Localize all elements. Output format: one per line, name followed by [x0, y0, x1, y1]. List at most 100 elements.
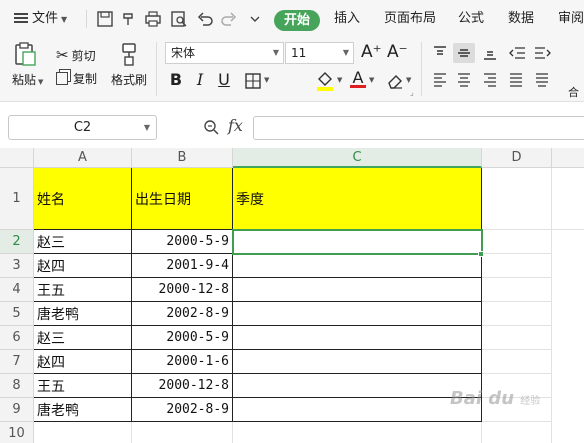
- row-header-10[interactable]: 10: [0, 422, 34, 443]
- italic-button[interactable]: I: [190, 70, 210, 90]
- cell-d7[interactable]: [482, 350, 552, 374]
- select-all-corner[interactable]: [0, 148, 34, 168]
- row-header-6[interactable]: 6: [0, 326, 34, 350]
- cell-b8[interactable]: 2000-12-8: [132, 374, 233, 398]
- cell-a10[interactable]: [34, 422, 132, 443]
- undo-icon[interactable]: [196, 10, 214, 28]
- align-bottom-icon[interactable]: [482, 45, 498, 61]
- cell-b7[interactable]: 2000-1-6: [132, 350, 233, 374]
- print-preview-icon[interactable]: [170, 10, 188, 28]
- column-header-e[interactable]: [552, 148, 584, 168]
- tab-formulas[interactable]: 公式: [458, 0, 484, 38]
- cell-d3[interactable]: [482, 254, 552, 278]
- align-left-icon[interactable]: [432, 72, 448, 88]
- chevron-down-icon[interactable]: ▼: [264, 76, 269, 84]
- file-menu[interactable]: 文件 ▼: [14, 0, 67, 38]
- fill-color-icon[interactable]: [315, 70, 335, 92]
- copy-button[interactable]: 复制: [56, 70, 97, 87]
- cell-b1[interactable]: 出生日期: [132, 168, 233, 230]
- increase-indent-icon[interactable]: [534, 45, 552, 61]
- tab-page-layout[interactable]: 页面布局: [384, 0, 436, 38]
- cell-d2[interactable]: [482, 230, 552, 254]
- font-color-button[interactable]: A: [350, 68, 366, 92]
- cell-b9[interactable]: 2002-8-9: [132, 398, 233, 422]
- cell-c9[interactable]: [233, 398, 482, 422]
- cell-c10[interactable]: [233, 422, 482, 443]
- cell-b2[interactable]: 2000-5-9: [132, 230, 233, 254]
- bold-button[interactable]: B: [166, 70, 186, 90]
- align-center-icon[interactable]: [456, 72, 472, 88]
- cell-a2[interactable]: 赵三: [34, 230, 132, 254]
- align-right-icon[interactable]: [482, 72, 498, 88]
- row-header-5[interactable]: 5: [0, 302, 34, 326]
- chevron-down-icon[interactable]: ▼: [406, 76, 411, 84]
- paste-icon[interactable]: [12, 41, 38, 67]
- cell-b5[interactable]: 2002-8-9: [132, 302, 233, 326]
- cell-a4[interactable]: 王五: [34, 278, 132, 302]
- grow-font-button[interactable]: A⁺: [361, 42, 382, 62]
- cell-a7[interactable]: 赵四: [34, 350, 132, 374]
- more-icon[interactable]: [246, 10, 264, 28]
- format-painter-icon[interactable]: [116, 41, 142, 67]
- chevron-down-icon[interactable]: ▼: [369, 76, 374, 84]
- formula-input[interactable]: [253, 116, 584, 140]
- cell-c4[interactable]: [233, 278, 482, 302]
- zoom-search-icon[interactable]: [203, 119, 220, 136]
- align-top-icon[interactable]: [432, 45, 448, 61]
- cell-a1[interactable]: 姓名: [34, 168, 132, 230]
- row-header-4[interactable]: 4: [0, 278, 34, 302]
- name-box[interactable]: C2 ▼: [8, 115, 157, 140]
- row-header-7[interactable]: 7: [0, 350, 34, 374]
- eraser-icon[interactable]: [386, 72, 404, 90]
- font-dialog-launcher-icon[interactable]: ⌟: [410, 88, 414, 97]
- cell-c2[interactable]: [233, 230, 482, 254]
- fill-handle[interactable]: [478, 251, 484, 257]
- underline-button[interactable]: U: [214, 70, 234, 90]
- format-painter-quick-icon[interactable]: [120, 10, 138, 28]
- cell-a8[interactable]: 王五: [34, 374, 132, 398]
- align-middle-icon[interactable]: [456, 45, 472, 61]
- cell-c5[interactable]: [233, 302, 482, 326]
- cell-c3[interactable]: [233, 254, 482, 278]
- tab-home[interactable]: 开始: [274, 10, 320, 31]
- column-header-a[interactable]: A: [34, 148, 132, 168]
- row-header-8[interactable]: 8: [0, 374, 34, 398]
- cell-c8[interactable]: [233, 374, 482, 398]
- cell-d10[interactable]: [482, 422, 552, 443]
- font-name-select[interactable]: 宋体 ▼: [165, 42, 284, 64]
- cell-a9[interactable]: 唐老鸭: [34, 398, 132, 422]
- cell-b3[interactable]: 2001-9-4: [132, 254, 233, 278]
- save-icon[interactable]: [96, 10, 114, 28]
- insert-function-button[interactable]: fx: [228, 116, 243, 135]
- cell-d5[interactable]: [482, 302, 552, 326]
- row-header-2[interactable]: 2: [0, 230, 34, 254]
- print-icon[interactable]: [144, 10, 162, 28]
- format-painter-label[interactable]: 格式刷: [111, 71, 147, 88]
- cell-d1[interactable]: [482, 168, 552, 230]
- cell-b6[interactable]: 2000-5-9: [132, 326, 233, 350]
- redo-icon[interactable]: [220, 10, 238, 28]
- column-header-d[interactable]: D: [482, 148, 552, 168]
- cell-b4[interactable]: 2000-12-8: [132, 278, 233, 302]
- chevron-down-icon[interactable]: ▼: [337, 76, 342, 84]
- column-header-b[interactable]: B: [132, 148, 233, 168]
- borders-icon[interactable]: [244, 72, 262, 90]
- cell-c7[interactable]: [233, 350, 482, 374]
- row-header-1[interactable]: 1: [0, 168, 34, 230]
- tab-data[interactable]: 数据: [508, 0, 534, 38]
- cell-e1[interactable]: [552, 168, 584, 230]
- merge-cells-button[interactable]: 合: [568, 84, 579, 100]
- cell-a6[interactable]: 赵三: [34, 326, 132, 350]
- cell-d6[interactable]: [482, 326, 552, 350]
- row-header-3[interactable]: 3: [0, 254, 34, 278]
- cell-a5[interactable]: 唐老鸭: [34, 302, 132, 326]
- column-header-c[interactable]: C: [233, 148, 482, 168]
- decrease-indent-icon[interactable]: [508, 45, 526, 61]
- cell-b10[interactable]: [132, 422, 233, 443]
- justify-icon[interactable]: [508, 72, 524, 88]
- cell-a3[interactable]: 赵四: [34, 254, 132, 278]
- tab-insert[interactable]: 插入: [334, 0, 360, 38]
- shrink-font-button[interactable]: A⁻: [387, 42, 408, 62]
- paste-button[interactable]: 粘贴 ▼: [12, 71, 43, 88]
- row-header-9[interactable]: 9: [0, 398, 34, 422]
